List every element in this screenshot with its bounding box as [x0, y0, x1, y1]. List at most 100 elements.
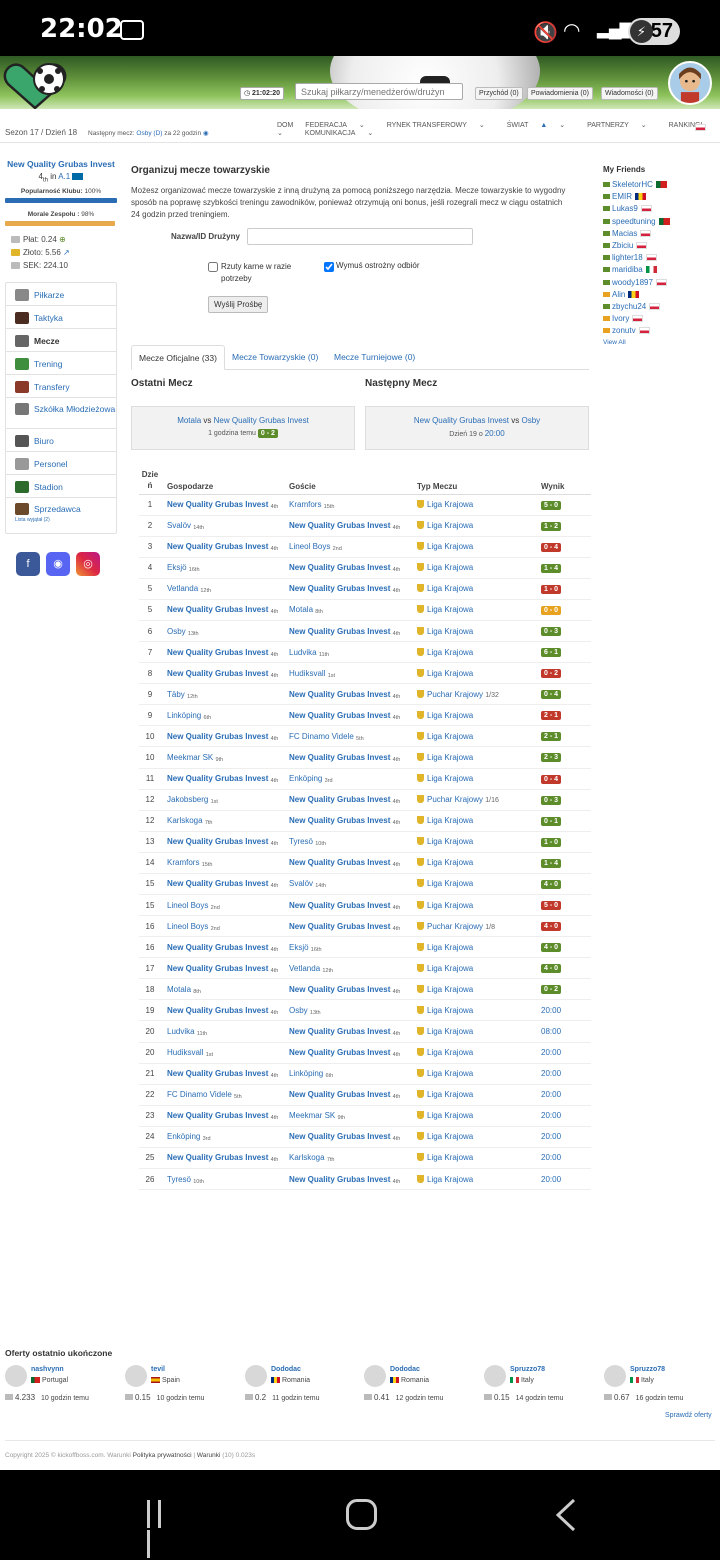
home-team[interactable]: Lineol Boys 2nd: [161, 915, 289, 938]
notifications-button[interactable]: Powiadomienia (0): [527, 87, 593, 100]
match-type[interactable]: Liga Krajowa: [417, 725, 539, 748]
match-score[interactable]: 1 - 0: [541, 584, 562, 594]
away-team[interactable]: Osby 13th: [289, 999, 417, 1022]
friend-item[interactable]: SkeletorHC: [603, 180, 713, 190]
away-team[interactable]: New Quality Grubas Invest 4th: [289, 683, 417, 706]
match-type-label[interactable]: Liga Krajowa: [427, 1132, 473, 1141]
match-type-label[interactable]: Liga Krajowa: [427, 901, 473, 910]
match-score[interactable]: 0 - 4: [541, 542, 562, 552]
last-match-box[interactable]: Motala vs New Quality Grubas Invest 1 go…: [131, 406, 355, 450]
chart-icon[interactable]: ↗: [63, 248, 70, 257]
match-type[interactable]: Liga Krajowa: [417, 873, 539, 895]
home-team-name[interactable]: New Quality Grubas Invest: [167, 964, 268, 973]
check-offers-link[interactable]: Sprawdź oferty: [665, 1412, 712, 1419]
offer-user[interactable]: Dododac: [271, 1366, 301, 1373]
friend-item[interactable]: lighter18: [603, 253, 713, 263]
match-type[interactable]: Liga Krajowa: [417, 599, 539, 621]
envelope-icon[interactable]: [603, 230, 610, 236]
site-logo[interactable]: [2, 60, 68, 109]
match-type[interactable]: Puchar Krajowy 1/32: [417, 683, 539, 706]
match-type-label[interactable]: Liga Krajowa: [427, 1069, 473, 1078]
match-type[interactable]: Liga Krajowa: [417, 936, 539, 959]
away-team-name[interactable]: New Quality Grubas Invest: [289, 584, 390, 593]
match-type[interactable]: Puchar Krajowy 1/8: [417, 915, 539, 938]
away-team[interactable]: Hudiksvall 1st: [289, 662, 417, 685]
match-time[interactable]: 20:00: [541, 1090, 561, 1099]
match-type[interactable]: Liga Krajowa: [417, 515, 539, 537]
offer-avatar[interactable]: [5, 1365, 27, 1387]
penalties-checkbox[interactable]: [208, 262, 218, 272]
home-team[interactable]: New Quality Grubas Invest 4th: [161, 768, 289, 790]
away-team-name[interactable]: New Quality Grubas Invest: [289, 563, 390, 572]
match-result[interactable]: 2 - 1: [539, 704, 591, 727]
home-team-name[interactable]: New Quality Grubas Invest: [167, 1111, 268, 1120]
offer-user[interactable]: Spruzzo78: [630, 1366, 665, 1373]
match-type[interactable]: Liga Krajowa: [417, 978, 539, 1001]
match-score[interactable]: 0 - 1: [541, 816, 562, 826]
match-score[interactable]: 2 - 1: [541, 732, 562, 742]
home-team[interactable]: New Quality Grubas Invest 4th: [161, 999, 289, 1022]
away-team-name[interactable]: New Quality Grubas Invest: [289, 1175, 390, 1184]
envelope-icon[interactable]: [603, 291, 610, 297]
home-team[interactable]: Kramfors 15th: [161, 852, 289, 874]
match-score[interactable]: 0 - 3: [541, 627, 562, 636]
sidebar-item-players[interactable]: Piłkarze: [6, 283, 116, 306]
away-team-name[interactable]: Vetlanda: [289, 964, 320, 973]
match-result[interactable]: 20:00: [539, 1126, 591, 1148]
home-team[interactable]: New Quality Grubas Invest 4th: [161, 1105, 289, 1127]
match-type[interactable]: Liga Krajowa: [417, 768, 539, 790]
home-team-name[interactable]: Karlskoga: [167, 816, 203, 825]
sidebar-item-matches[interactable]: Mecze: [6, 329, 116, 352]
home-team-name[interactable]: New Quality Grubas Invest: [167, 605, 268, 614]
match-type[interactable]: Liga Krajowa: [417, 704, 539, 727]
home-team-name[interactable]: Enköping: [167, 1132, 200, 1141]
away-team-name[interactable]: Eksjö: [289, 943, 309, 952]
match-type-label[interactable]: Liga Krajowa: [427, 816, 473, 825]
match-score[interactable]: 0 - 4: [541, 690, 562, 700]
away-team-name[interactable]: Hudiksvall: [289, 669, 325, 678]
match-time[interactable]: 08:00: [541, 1027, 561, 1036]
home-team[interactable]: Vetlanda 12th: [161, 578, 289, 600]
careful-tackle-checkbox[interactable]: [324, 262, 334, 272]
income-button[interactable]: Przychód (0): [475, 87, 523, 100]
match-result[interactable]: 2 - 3: [539, 746, 591, 769]
friend-name[interactable]: Macias: [612, 229, 637, 238]
away-team-name[interactable]: New Quality Grubas Invest: [289, 753, 390, 762]
away-team[interactable]: New Quality Grubas Invest 4th: [289, 578, 417, 600]
away-team-name[interactable]: Ludvika: [289, 648, 317, 657]
home-team-name[interactable]: Meekmar SK: [167, 753, 213, 762]
home-team-name[interactable]: Linköping: [167, 711, 201, 720]
eye-icon[interactable]: ◉: [203, 130, 209, 137]
match-result[interactable]: 5 - 0: [539, 494, 591, 516]
sidebar-item-stadium[interactable]: Stadion: [6, 475, 116, 498]
match-type-label[interactable]: Liga Krajowa: [427, 1027, 473, 1036]
home-team[interactable]: Täby 12th: [161, 683, 289, 706]
home-team[interactable]: Svalöv 14th: [161, 515, 289, 537]
away-team-name[interactable]: New Quality Grubas Invest: [289, 521, 390, 530]
away-team[interactable]: Enköping 3rd: [289, 768, 417, 790]
match-result[interactable]: 08:00: [539, 1020, 591, 1043]
friend-name[interactable]: lighter18: [612, 253, 643, 262]
match-result[interactable]: 0 - 3: [539, 620, 591, 643]
home-team[interactable]: New Quality Grubas Invest 4th: [161, 599, 289, 621]
away-team-name[interactable]: Lineol Boys: [289, 542, 330, 551]
facebook-icon[interactable]: f: [16, 551, 40, 576]
away-team[interactable]: New Quality Grubas Invest 4th: [289, 894, 417, 917]
match-score[interactable]: 0 - 2: [541, 985, 562, 995]
add-icon[interactable]: ⊕: [59, 235, 66, 244]
envelope-icon[interactable]: [603, 303, 610, 309]
match-type-label[interactable]: Liga Krajowa: [427, 732, 473, 741]
away-team[interactable]: Lineol Boys 2nd: [289, 536, 417, 558]
friend-item[interactable]: zonutv: [603, 326, 713, 336]
match-result[interactable]: 20:00: [539, 1042, 591, 1064]
user-avatar[interactable]: [668, 61, 712, 105]
home-team-name[interactable]: New Quality Grubas Invest: [167, 1006, 268, 1015]
home-team[interactable]: Jakobsberg 1st: [161, 789, 289, 811]
friend-item[interactable]: Alin: [603, 290, 713, 300]
match-score[interactable]: 4 - 0: [541, 879, 562, 889]
away-team-name[interactable]: Svalöv: [289, 879, 313, 888]
away-team-name[interactable]: New Quality Grubas Invest: [289, 922, 390, 931]
home-team-name[interactable]: Ludvika: [167, 1027, 195, 1036]
match-result[interactable]: 1 - 4: [539, 852, 591, 874]
away-team[interactable]: Tyresö 10th: [289, 831, 417, 853]
